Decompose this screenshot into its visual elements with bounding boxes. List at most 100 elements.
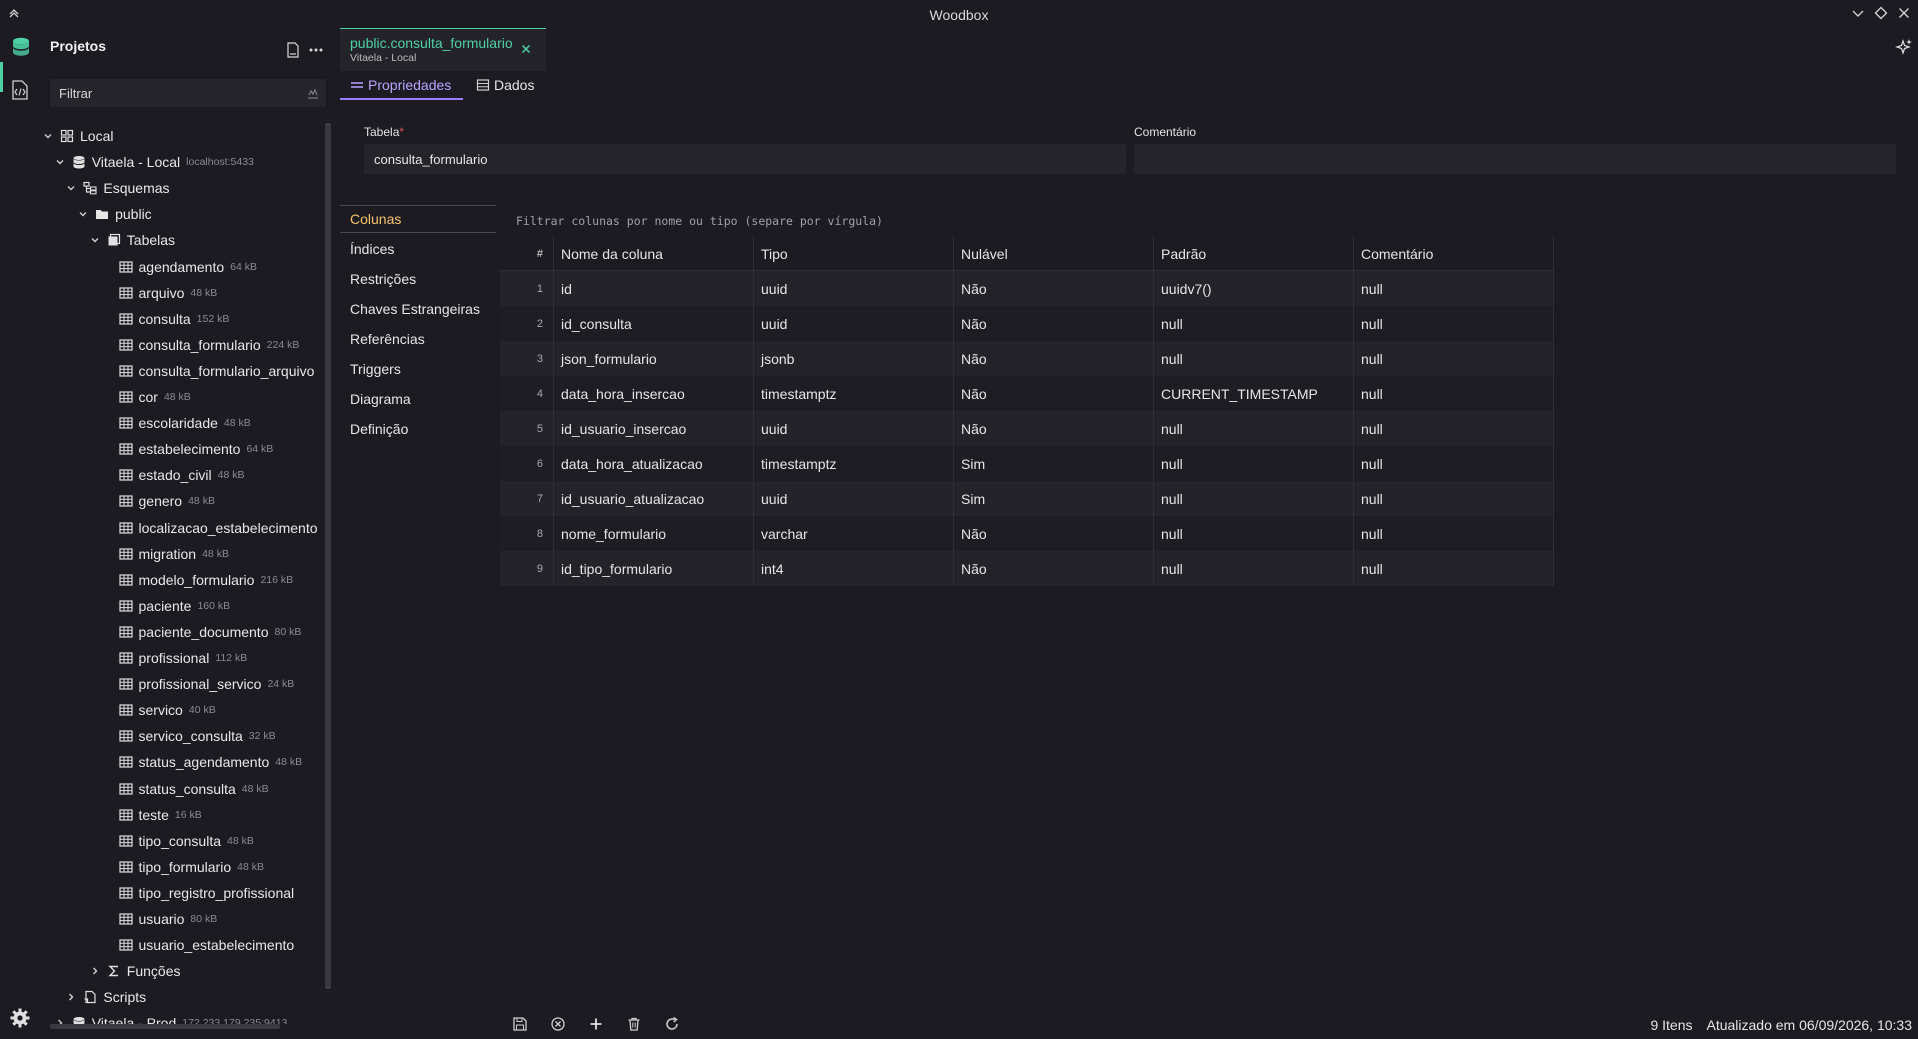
cell-column-comment[interactable]: null: [1354, 271, 1554, 306]
nav-item-2[interactable]: Restrições: [340, 265, 496, 293]
ai-sparkle-icon[interactable]: [1895, 38, 1913, 56]
tree-item-table[interactable]: usuario 80 kB: [118, 908, 217, 930]
tree-item-table[interactable]: servico_consulta 32 kB: [118, 725, 276, 747]
cell-column-type[interactable]: uuid: [754, 306, 954, 341]
tree-item-folder[interactable]: public: [77, 203, 152, 225]
comment-input[interactable]: [1134, 144, 1896, 174]
cell-row-number[interactable]: 6: [500, 446, 554, 481]
table-row[interactable]: 2 id_consulta uuid Não null null: [500, 306, 1554, 341]
cell-row-number[interactable]: 8: [500, 516, 554, 551]
cell-row-number[interactable]: 4: [500, 376, 554, 411]
table-row[interactable]: 9 id_tipo_formulario int4 Não null null: [500, 551, 1554, 586]
table-row[interactable]: 4 data_hora_insercao timestamptz Não CURRENT…: [500, 376, 1554, 411]
cell-column-nullable[interactable]: Sim: [954, 481, 1154, 516]
cell-column-type[interactable]: uuid: [754, 411, 954, 446]
chevron-right-icon[interactable]: [89, 965, 101, 977]
tab-data[interactable]: Dados: [476, 74, 534, 96]
cell-column-default[interactable]: null: [1154, 411, 1354, 446]
close-window-icon[interactable]: [1896, 5, 1914, 23]
tree-item-table[interactable]: usuario_estabelecimento: [118, 934, 294, 956]
tree-item-table[interactable]: genero 48 kB: [118, 490, 215, 512]
nav-item-0[interactable]: Colunas: [340, 205, 496, 233]
tree-item-table[interactable]: consulta 152 kB: [118, 308, 229, 330]
header-column-nullable[interactable]: Nulável: [954, 236, 1154, 271]
sidebar-scrollbar[interactable]: [325, 123, 331, 989]
nav-item-3[interactable]: Chaves Estrangeiras: [340, 295, 496, 323]
table-name-input[interactable]: [364, 144, 1126, 174]
trash-icon[interactable]: [626, 1016, 642, 1032]
cell-column-default[interactable]: null: [1154, 341, 1354, 376]
header-row-number[interactable]: #: [500, 236, 554, 271]
tree-item-table[interactable]: arquivo 48 kB: [118, 282, 217, 304]
cell-row-number[interactable]: 3: [500, 341, 554, 376]
tree-item-table[interactable]: tipo_formulario 48 kB: [118, 856, 264, 878]
refresh-icon[interactable]: [664, 1016, 680, 1032]
tree-item-scripts[interactable]: Scripts: [65, 986, 146, 1008]
chevron-down-icon[interactable]: [65, 182, 77, 194]
nav-item-1[interactable]: Índices: [340, 235, 496, 263]
cell-column-default[interactable]: null: [1154, 446, 1354, 481]
nav-item-5[interactable]: Triggers: [340, 355, 496, 383]
chevron-down-icon[interactable]: [54, 156, 66, 168]
cell-column-comment[interactable]: null: [1354, 411, 1554, 446]
tree-item-functions[interactable]: Funções: [89, 960, 181, 982]
cell-column-default[interactable]: uuidv7(): [1154, 271, 1354, 306]
cell-column-type[interactable]: varchar: [754, 516, 954, 551]
cell-column-nullable[interactable]: Não: [954, 306, 1154, 341]
cell-column-comment[interactable]: null: [1354, 516, 1554, 551]
cell-column-name[interactable]: id_tipo_formulario: [554, 551, 754, 586]
cell-column-comment[interactable]: null: [1354, 341, 1554, 376]
more-options-icon[interactable]: [308, 46, 324, 54]
cell-column-default[interactable]: null: [1154, 516, 1354, 551]
tree-item-table[interactable]: consulta_formulario 224 kB: [118, 334, 299, 356]
maximize-icon[interactable]: [1873, 5, 1891, 23]
chevron-right-icon[interactable]: [54, 1017, 66, 1024]
tree-item-table[interactable]: profissional 112 kB: [118, 647, 247, 669]
tree-item-tables[interactable]: Tabelas: [89, 229, 175, 251]
cell-column-default[interactable]: null: [1154, 306, 1354, 341]
cell-column-name[interactable]: data_hora_atualizacao: [554, 446, 754, 481]
chevron-down-icon[interactable]: [77, 208, 89, 220]
cell-column-type[interactable]: uuid: [754, 271, 954, 306]
cell-column-type[interactable]: timestamptz: [754, 376, 954, 411]
cell-column-default[interactable]: null: [1154, 481, 1354, 516]
tree-item-table[interactable]: agendamento 64 kB: [118, 256, 257, 278]
cell-row-number[interactable]: 2: [500, 306, 554, 341]
tree-item-table[interactable]: escolaridade 48 kB: [118, 412, 251, 434]
cell-column-type[interactable]: jsonb: [754, 341, 954, 376]
sidebar-filter-input[interactable]: [50, 79, 280, 107]
cell-row-number[interactable]: 1: [500, 271, 554, 306]
tree-item-table[interactable]: teste 16 kB: [118, 804, 202, 826]
cell-row-number[interactable]: 5: [500, 411, 554, 446]
tree-item-table[interactable]: paciente 160 kB: [118, 595, 230, 617]
cell-column-nullable[interactable]: Não: [954, 411, 1154, 446]
cell-column-default[interactable]: null: [1154, 551, 1354, 586]
settings-gear-icon[interactable]: [10, 1008, 30, 1028]
chevron-down-icon[interactable]: [89, 234, 101, 246]
column-filter-input[interactable]: [508, 210, 1128, 232]
chevron-right-icon[interactable]: [65, 991, 77, 1003]
nav-item-7[interactable]: Definição: [340, 415, 496, 443]
tree-item-table[interactable]: tipo_consulta 48 kB: [118, 830, 254, 852]
cell-column-comment[interactable]: null: [1354, 446, 1554, 481]
tree-item-table[interactable]: status_consulta 48 kB: [118, 778, 269, 800]
tree-item-table[interactable]: consulta_formulario_arquivo: [118, 360, 314, 382]
sidebar-horizontal-scrollbar[interactable]: [50, 1024, 280, 1029]
table-row[interactable]: 3 json_formulario jsonb Não null null: [500, 341, 1554, 376]
close-tab-icon[interactable]: [520, 43, 532, 55]
tree-item-table[interactable]: profissional_servico 24 kB: [118, 673, 294, 695]
tree-item-table[interactable]: estabelecimento 64 kB: [118, 438, 273, 460]
tree-item-table[interactable]: servico 40 kB: [118, 699, 216, 721]
cell-column-name[interactable]: id_usuario_insercao: [554, 411, 754, 446]
cancel-circle-icon[interactable]: [550, 1016, 566, 1032]
header-column-name[interactable]: Nome da coluna: [554, 236, 754, 271]
header-column-default[interactable]: Padrão: [1154, 236, 1354, 271]
cell-column-comment[interactable]: null: [1354, 551, 1554, 586]
tree-item-table[interactable]: paciente_documento 80 kB: [118, 621, 301, 643]
tree-item-table[interactable]: tipo_registro_profissional: [118, 882, 294, 904]
cell-column-nullable[interactable]: Sim: [954, 446, 1154, 481]
cell-column-type[interactable]: uuid: [754, 481, 954, 516]
tree-item-table[interactable]: modelo_formulario 216 kB: [118, 569, 293, 591]
table-row[interactable]: 1 id uuid Não uuidv7() null: [500, 271, 1554, 306]
table-row[interactable]: 7 id_usuario_atualizacao uuid Sim null null: [500, 481, 1554, 516]
